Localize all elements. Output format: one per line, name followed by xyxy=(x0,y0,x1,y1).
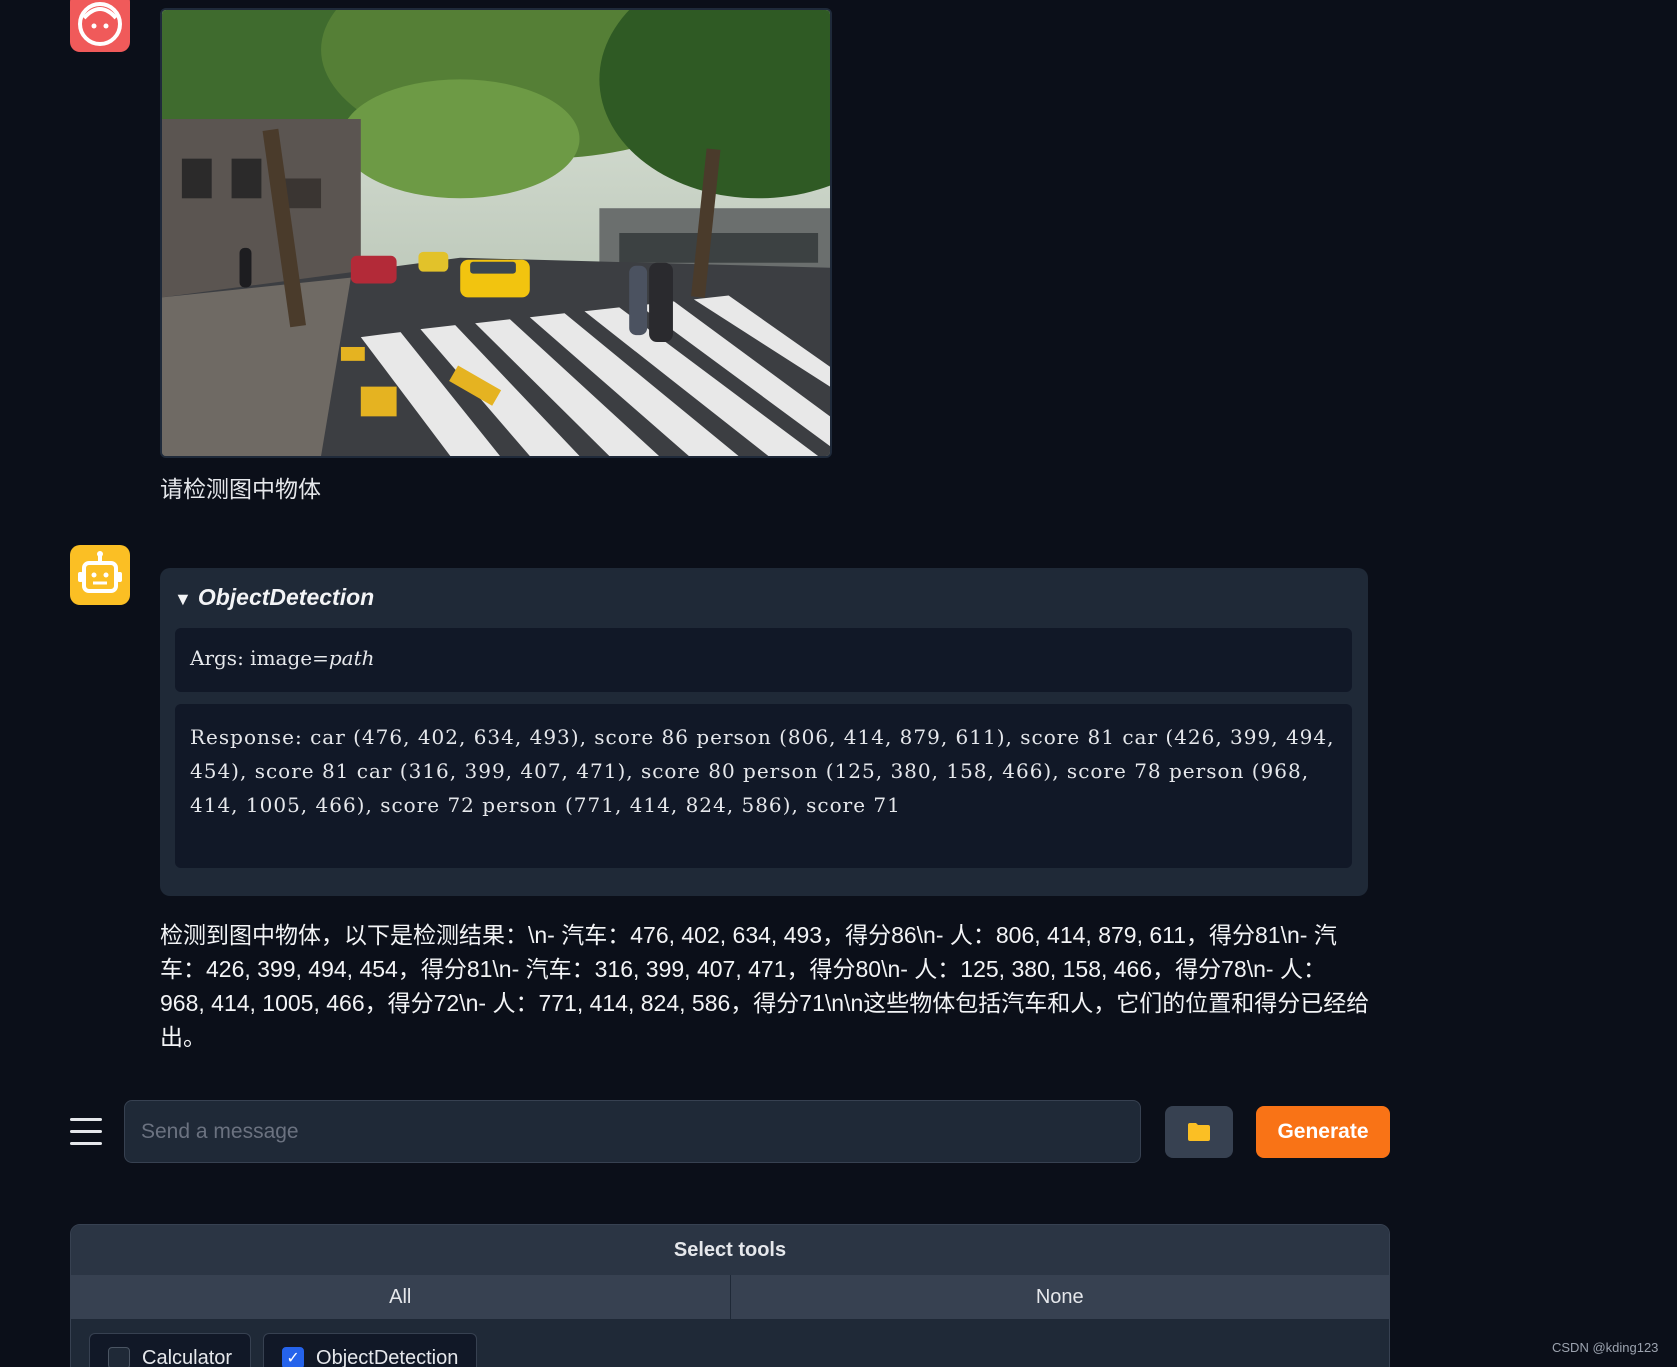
tool-args: Args: image=path xyxy=(175,628,1352,692)
objectdetection-checkbox[interactable]: ✓ xyxy=(282,1347,305,1367)
bot-message-text: 检测到图中物体，以下是检测结果：\n- 汽车：476, 402, 634, 49… xyxy=(160,922,1370,1050)
generate-button[interactable]: Generate xyxy=(1256,1106,1390,1158)
user-message-text: 请检测图中物体 xyxy=(160,476,321,502)
watermark: CSDN @kding123 xyxy=(1552,1340,1659,1355)
tool-option-label: Calculator xyxy=(142,1346,233,1367)
select-tools-panel: Select tools All None Calculator ✓ Objec… xyxy=(70,1224,1390,1367)
tool-call-card: ▼ ObjectDetection Args: image=path Respon… xyxy=(160,568,1368,896)
tool-response: Response: car (476, 402, 634, 493), scor… xyxy=(175,704,1352,868)
message-input[interactable] xyxy=(124,1100,1141,1163)
tool-call-title: ObjectDetection xyxy=(197,584,375,610)
bot-avatar xyxy=(70,545,130,605)
robot-icon xyxy=(78,551,122,593)
select-tools-header: Select tools xyxy=(71,1225,1389,1275)
user-face-icon xyxy=(78,2,122,46)
select-all-button[interactable]: All xyxy=(71,1275,731,1319)
folder-icon xyxy=(1188,1123,1210,1141)
tool-option-label: ObjectDetection xyxy=(316,1346,459,1367)
uploaded-street-photo xyxy=(160,8,832,458)
checkmark-icon: ✓ xyxy=(286,1350,300,1367)
tool-args-label: Args: xyxy=(190,646,251,670)
calculator-checkbox[interactable] xyxy=(108,1347,130,1367)
disclosure-triangle-icon: ▼ xyxy=(174,589,192,609)
select-none-button[interactable]: None xyxy=(730,1275,1389,1319)
tool-args-var: path xyxy=(328,646,375,670)
upload-button[interactable] xyxy=(1165,1106,1233,1158)
menu-icon[interactable] xyxy=(70,1118,102,1146)
tool-call-toggle[interactable]: ▼ ObjectDetection xyxy=(174,584,374,611)
tool-option-objectdetection[interactable]: ✓ ObjectDetection xyxy=(263,1333,478,1367)
user-avatar xyxy=(70,0,130,52)
tool-option-calculator[interactable]: Calculator xyxy=(89,1333,252,1367)
tool-args-prefix: image= xyxy=(250,646,329,670)
